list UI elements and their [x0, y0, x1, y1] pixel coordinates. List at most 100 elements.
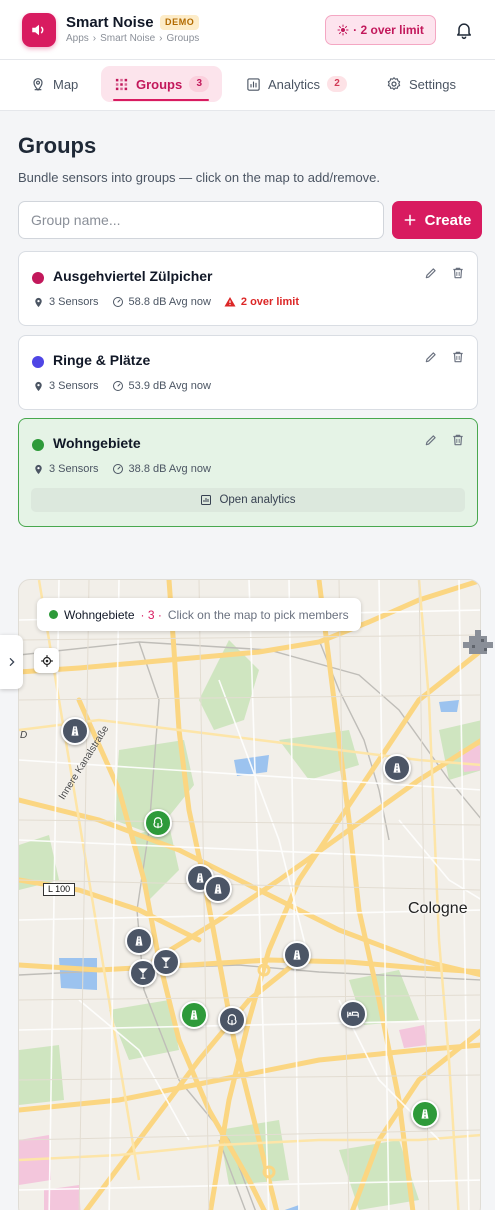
over-limit-label: 2 over limit — [240, 296, 299, 308]
trash-icon[interactable] — [451, 266, 465, 280]
location-pin-icon — [35, 381, 42, 391]
avg-level: 53.9 dB Avg now — [128, 380, 211, 392]
tab-map[interactable]: Map — [30, 66, 78, 102]
app-header: Smart Noise DEMO Apps › Smart Noise › Gr… — [0, 0, 495, 60]
crosshair-icon — [40, 654, 53, 667]
group-name: Wohngebiete — [53, 435, 141, 451]
gauge-icon — [112, 464, 123, 474]
pencil-icon[interactable] — [424, 350, 438, 364]
page-subtitle: Bundle sensors into groups — click on th… — [18, 170, 381, 185]
group-card[interactable]: Ringe & Plätze 3 Sensors 53.9 dB Avg now — [18, 335, 478, 410]
tree-icon — [227, 1014, 237, 1026]
tree-icon — [153, 817, 163, 829]
open-analytics-button[interactable]: Open analytics — [31, 488, 465, 512]
road-icon — [135, 936, 143, 946]
nightlife-sensor-marker[interactable] — [152, 948, 180, 976]
pixel-sprite-icon — [463, 630, 493, 654]
group-color-dot — [32, 272, 44, 284]
location-pin-icon — [35, 297, 42, 307]
page-title: Groups — [18, 133, 97, 158]
tab-groups[interactable]: Groups 3 — [101, 66, 223, 102]
chip-color-dot — [49, 610, 58, 619]
road-icon — [393, 763, 401, 773]
chip-hint: Click on the map to pick members — [167, 607, 349, 622]
tab-bar: Map Groups 3 Analytics 2 Settings — [0, 60, 495, 111]
breadcrumb-separator: › — [92, 33, 97, 44]
road-icon — [71, 726, 79, 736]
road-sensor-marker[interactable] — [383, 754, 411, 782]
tab-settings-label: Settings — [409, 76, 456, 92]
avg-level: 38.8 dB Avg now — [128, 463, 211, 475]
avg-level: 58.8 dB Avg now — [128, 296, 211, 308]
city-label: Cologne — [408, 900, 468, 917]
app-title: Smart Noise — [66, 14, 154, 31]
map-selection-chip: Wohngebiete · 3 · Click on the map to pi… — [37, 598, 361, 631]
road-sensor-marker[interactable] — [61, 717, 89, 745]
tab-groups-label: Groups — [136, 76, 183, 92]
group-color-dot — [32, 439, 44, 451]
bell-icon[interactable] — [454, 20, 474, 40]
road-icon — [421, 1109, 429, 1119]
group-card[interactable]: Ausgehviertel Zülpicher 3 Sensors 58.8 d… — [18, 251, 478, 326]
road-sensor-marker[interactable] — [125, 927, 153, 955]
chevron-right-icon — [9, 658, 15, 666]
location-pin-icon — [35, 464, 42, 474]
tab-analytics-label: Analytics — [268, 76, 321, 92]
sensor-count: 3 Sensors — [49, 380, 99, 392]
over-limit-alert-button[interactable]: · 2 over limit — [325, 15, 436, 45]
road-icon — [293, 950, 301, 960]
road-sensor-marker-selected[interactable] — [180, 1001, 208, 1029]
park-sensor-marker[interactable] — [144, 809, 172, 837]
road-label: L 100 — [43, 883, 76, 896]
chip-count: · 3 · — [140, 607, 162, 622]
map[interactable]: Innere Kanalstraße L 100 D Cologne Wohng… — [18, 579, 481, 1210]
tab-analytics[interactable]: Analytics 2 — [246, 66, 348, 102]
gauge-icon — [112, 297, 123, 307]
cocktail-icon — [138, 968, 148, 979]
gear-icon — [387, 77, 401, 91]
groups-count-badge: 3 — [189, 76, 210, 92]
cocktail-icon — [161, 957, 171, 968]
create-group-button[interactable]: Create — [392, 201, 482, 239]
breadcrumb-separator: › — [159, 33, 163, 44]
road-icon — [190, 1010, 198, 1020]
group-card-selected[interactable]: Wohngebiete 3 Sensors 38.8 dB Avg now Op… — [18, 418, 478, 527]
locate-button[interactable] — [34, 648, 59, 673]
bar-chart-icon — [247, 77, 260, 91]
demo-badge: DEMO — [160, 15, 200, 30]
road-sensor-marker[interactable] — [204, 875, 232, 903]
road-sensor-marker[interactable] — [283, 941, 311, 969]
pencil-icon[interactable] — [424, 266, 438, 280]
residential-sensor-marker[interactable] — [339, 1000, 367, 1028]
tab-settings[interactable]: Settings — [386, 66, 456, 102]
breadcrumb-apps[interactable]: Apps — [66, 33, 89, 44]
sun-icon — [337, 24, 349, 36]
chip-group-name: Wohngebiete — [64, 607, 135, 622]
park-sensor-marker[interactable] — [218, 1006, 246, 1034]
warning-icon — [224, 297, 236, 307]
trash-icon[interactable] — [451, 350, 465, 364]
group-meta: 3 Sensors 53.9 dB Avg now — [33, 380, 224, 392]
map-edge-label: D — [20, 730, 28, 741]
breadcrumb-groups: Groups — [166, 33, 200, 44]
group-meta: 3 Sensors 38.8 dB Avg now — [33, 463, 224, 475]
sensor-count: 3 Sensors — [49, 463, 99, 475]
trash-icon[interactable] — [451, 433, 465, 447]
road-icon — [214, 884, 222, 894]
group-name-input[interactable] — [18, 201, 384, 239]
analytics-count-badge: 2 — [327, 76, 348, 92]
road-sensor-marker-selected[interactable] — [411, 1100, 439, 1128]
group-color-dot — [32, 356, 44, 368]
group-meta: 3 Sensors 58.8 dB Avg now 2 over limit — [33, 296, 312, 308]
pencil-icon[interactable] — [424, 433, 438, 447]
create-label: Create — [424, 211, 472, 229]
bar-chart-icon — [201, 495, 212, 505]
speaker-icon[interactable] — [22, 13, 56, 47]
group-name: Ausgehviertel Zülpicher — [53, 268, 213, 284]
gauge-icon — [112, 381, 123, 391]
breadcrumb-smart-noise[interactable]: Smart Noise — [100, 33, 155, 44]
plus-icon — [404, 214, 416, 226]
bed-icon — [347, 1011, 359, 1018]
sidebar-toggle-button[interactable] — [0, 635, 23, 689]
open-analytics-label: Open analytics — [219, 494, 296, 506]
